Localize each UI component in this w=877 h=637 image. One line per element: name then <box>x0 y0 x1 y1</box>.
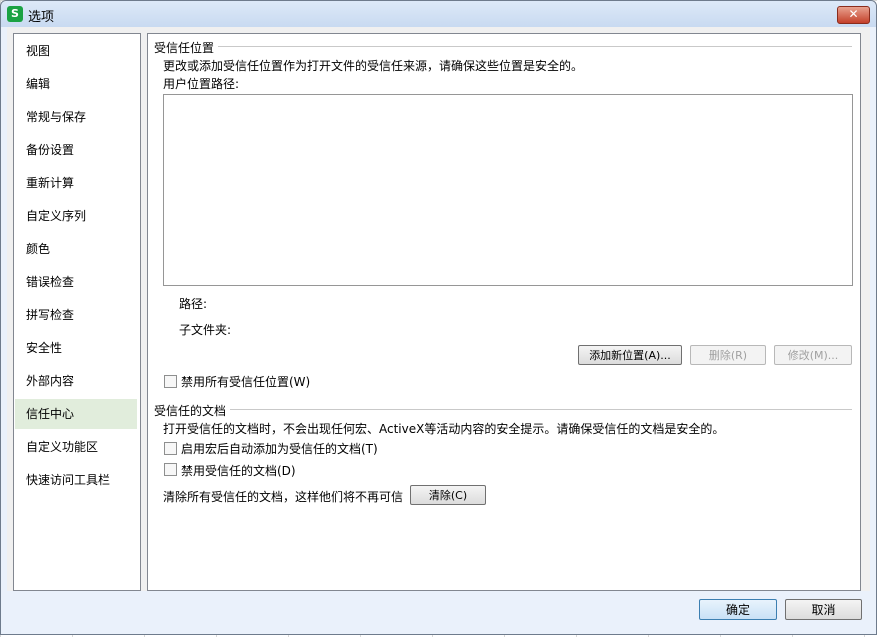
path-label: 路径: <box>179 297 208 311</box>
clear-trusted-docs-button[interactable]: 清除(C) <box>410 485 486 505</box>
trusted-locations-heading: 受信任位置 <box>154 41 215 55</box>
options-sidebar: 视图 编辑 常规与保存 备份设置 重新计算 自定义序列 颜色 错误检查 拼写检查… <box>13 33 141 591</box>
disable-trusted-docs-checkbox[interactable] <box>164 463 177 476</box>
add-new-location-button[interactable]: 添加新位置(A)... <box>578 345 682 365</box>
sidebar-item-security[interactable]: 安全性 <box>15 333 137 363</box>
auto-add-trusted-docs-label[interactable]: 启用宏后自动添加为受信任的文档(T) <box>181 440 378 457</box>
sidebar-item-edit[interactable]: 编辑 <box>15 69 137 99</box>
sidebar-item-error-check[interactable]: 错误检查 <box>15 267 137 297</box>
close-icon: ✕ <box>848 7 859 21</box>
subfolder-label: 子文件夹: <box>179 323 232 337</box>
sidebar-item-spell-check[interactable]: 拼写检查 <box>15 300 137 330</box>
sidebar-item-quick-access-toolbar[interactable]: 快速访问工具栏 <box>15 465 137 495</box>
sidebar-item-view[interactable]: 视图 <box>15 36 137 66</box>
modify-location-button[interactable]: 修改(M)... <box>774 345 852 365</box>
dialog-title: 选项 <box>28 10 55 25</box>
delete-location-button[interactable]: 删除(R) <box>690 345 766 365</box>
sidebar-item-external-content[interactable]: 外部内容 <box>15 366 137 396</box>
sidebar-item-trust-center[interactable]: 信任中心 <box>15 399 137 429</box>
sidebar-item-backup[interactable]: 备份设置 <box>15 135 137 165</box>
app-icon: S <box>7 6 23 22</box>
trusted-documents-description: 打开受信任的文档时，不会出现任何宏、ActiveX等活动内容的安全提示。请确保受… <box>163 422 725 436</box>
ok-button[interactable]: 确定 <box>699 599 777 620</box>
cancel-button[interactable]: 取消 <box>785 599 862 620</box>
clear-trusted-docs-text: 清除所有受信任的文档，这样他们将不再可信 <box>163 490 404 504</box>
trusted-documents-heading: 受信任的文档 <box>154 404 227 418</box>
sidebar-item-customize-ribbon[interactable]: 自定义功能区 <box>15 432 137 462</box>
section-divider <box>218 46 852 47</box>
title-bar[interactable]: S 选项 ✕ <box>1 1 876 27</box>
disable-trusted-docs-label[interactable]: 禁用受信任的文档(D) <box>181 462 296 479</box>
auto-add-trusted-docs-checkbox[interactable] <box>164 442 177 455</box>
trusted-locations-list[interactable] <box>163 94 853 286</box>
trusted-locations-description: 更改或添加受信任位置作为打开文件的受信任来源，请确保这些位置是安全的。 <box>163 59 584 73</box>
sidebar-item-color[interactable]: 颜色 <box>15 234 137 264</box>
user-locations-label: 用户位置路径: <box>163 77 240 91</box>
sidebar-item-general-save[interactable]: 常规与保存 <box>15 102 137 132</box>
sidebar-item-recalculate[interactable]: 重新计算 <box>15 168 137 198</box>
sidebar-item-custom-lists[interactable]: 自定义序列 <box>15 201 137 231</box>
disable-all-trusted-locations-checkbox[interactable] <box>164 375 177 388</box>
close-button[interactable]: ✕ <box>837 6 870 24</box>
disable-all-trusted-locations-label[interactable]: 禁用所有受信任位置(W) <box>181 373 310 390</box>
section-divider <box>230 409 852 410</box>
